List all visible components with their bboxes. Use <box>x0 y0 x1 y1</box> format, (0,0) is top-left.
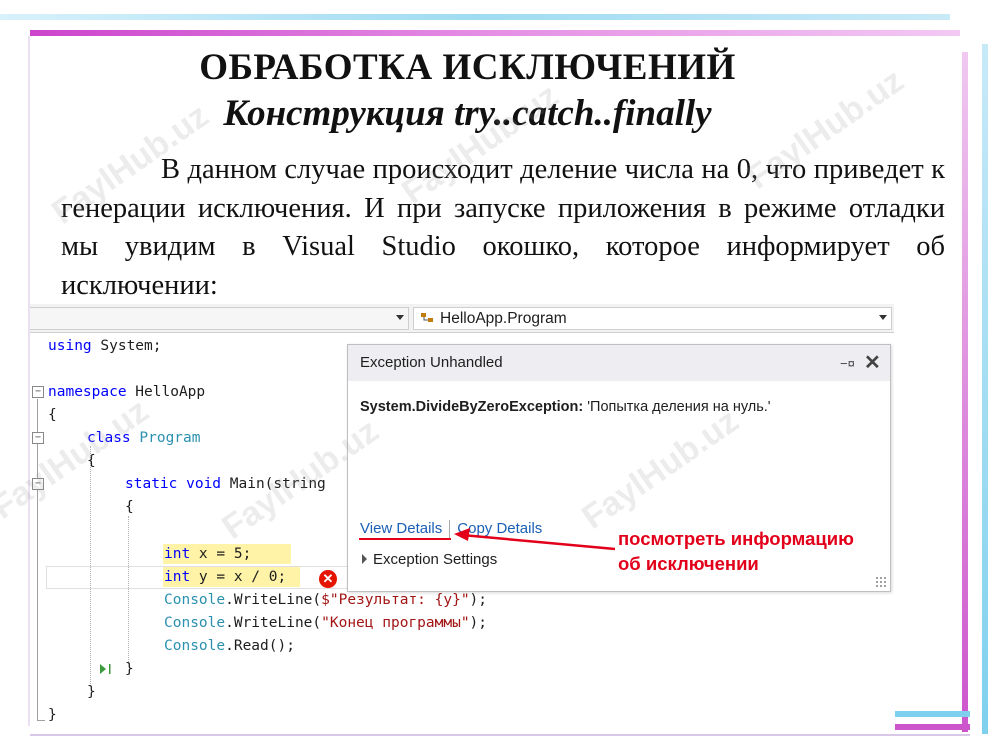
right-magenta-stripe <box>962 52 968 732</box>
annotation-line-2: об исключении <box>618 553 759 574</box>
annotation-line-1: посмотреть информацию <box>618 528 854 549</box>
slide-title: ОБРАБОТКА ИСКЛЮЧЕНИЙ <box>199 47 736 88</box>
ide-screenshot: HelloApp.Program − − − using System; nam… <box>30 304 894 730</box>
top-magenta-stripe <box>30 30 960 36</box>
red-arrow-icon <box>454 528 616 551</box>
bottom-magenta-stripe <box>895 724 970 730</box>
annotation-text: посмотреть информацию об исключении <box>618 526 854 576</box>
slide-subtitle: Конструкция try..catch..finally <box>223 93 712 134</box>
right-cyan-stripe <box>982 44 988 734</box>
bottom-cyan-stripe <box>895 711 970 717</box>
top-cyan-stripe <box>0 14 950 20</box>
slide-paragraph: В данном случае происходит деление числа… <box>61 154 945 301</box>
bottom-line <box>30 734 970 736</box>
